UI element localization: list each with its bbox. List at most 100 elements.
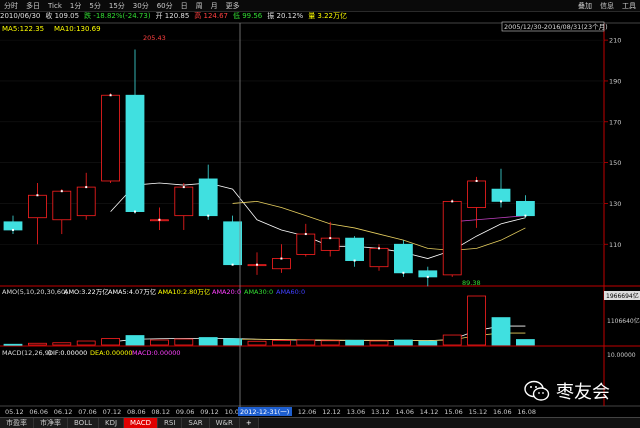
volume-bar [174,338,194,346]
candle-body [516,200,535,217]
volume-bar [369,340,389,346]
price-tick-label: 110 [609,241,621,249]
volume-bar [296,339,316,346]
candle-body [345,237,365,261]
close-marker [231,263,234,266]
x-tick-label: 05.12 [5,408,24,416]
volume-bar [76,340,96,346]
volume-bar [467,295,487,346]
candle-body [296,233,316,255]
volume-bar [320,340,340,346]
candle-body [491,188,511,202]
close-marker [12,228,14,231]
volume-bar [198,337,218,346]
volume-bar [149,339,169,346]
price-tick-label: 210 [609,37,621,45]
x-tick-label: 12.06 [298,408,317,416]
candle-body [271,258,291,270]
x-tick-label: 07.12 [103,408,122,416]
candle-body [125,94,145,212]
candle-body [442,200,462,276]
close-marker [134,210,136,213]
ama20-value: AMA20:0 [212,288,241,296]
candle-body [27,194,47,219]
volume-bar [125,335,145,346]
crosshair-date: 2012-12-31(一) [240,408,289,416]
x-tick-label: 06.06 [29,408,48,416]
volume-bar [52,342,72,346]
volume-bar [101,338,120,346]
price-tick-label: 150 [609,159,621,167]
candle-body [101,94,120,182]
close-marker [304,233,307,236]
x-tick-label: 09.06 [176,408,195,416]
volume-bar [393,339,413,346]
range-box-label: 2005/12/30-2016/08/31(23个月) [504,23,608,31]
volume-bar [516,339,535,346]
ama5-value: AMA5:4.07万亿 [108,287,157,296]
candle-body [76,186,96,217]
close-marker [182,186,185,189]
candle-body [223,221,243,266]
candle-body [52,190,72,221]
candle-body [3,221,23,231]
volume-bar [442,334,462,346]
macd-dea: DEA:0.00000 [90,349,133,357]
x-tick-label: 15.06 [444,408,463,416]
close-marker [524,214,527,217]
low-annotation: 89.38 [462,279,481,287]
ma5-legend: MA5:122.35 [2,25,44,33]
candle-body [198,178,218,217]
x-tick-label: 12.12 [322,408,341,416]
close-marker [378,247,380,250]
ama60-value: AMA60:0 [276,288,305,296]
x-tick-label: 14.06 [395,408,414,416]
volume-axis-mid: 1106640亿 [607,317,640,325]
volume-axis-top: 1966694亿 [606,292,639,300]
high-annotation: 205.43 [143,34,166,42]
x-tick-label: 13.06 [347,408,366,416]
volume-bar [271,340,291,346]
close-marker [207,214,210,217]
close-marker [475,179,478,182]
kline-chart[interactable]: MA5:122.35 MA10:130.69 2005/12/30-2016/0… [0,0,640,417]
watermark-text: 枣友会 [556,382,610,403]
close-marker [109,94,112,97]
x-tick-label: 16.08 [517,408,536,416]
volume-bar [247,340,267,346]
price-tick-label: 190 [609,77,621,85]
volume-bar [345,339,365,346]
amo-title: AMO(5,10,20,30,60) [2,288,68,296]
candle-body [393,243,413,274]
wechat-icon [524,380,550,401]
candle-body [320,237,340,251]
ma10-legend: MA10:130.69 [54,25,101,33]
volume-bar [223,338,243,346]
close-marker [256,263,258,266]
x-tick-label: 07.06 [78,408,97,416]
close-marker [329,237,332,240]
close-marker [60,190,63,193]
close-marker [426,275,429,278]
indicator-tabs: 市盈率 市净率 BOLL KDJ MACD RSI SAR W&R + [0,417,640,428]
ama10-value: AMA10:2.80万亿 [158,287,211,296]
x-tick-label: 15.12 [469,408,488,416]
volume-legend: AMO(5,10,20,30,60) AMO:3.22万亿 AMA5:4.07万… [2,287,305,296]
macd-value: MACD:0.00000 [132,349,181,357]
close-marker [353,259,356,262]
close-marker [280,257,283,260]
x-tick-label: 08.06 [127,408,146,416]
close-marker [451,200,454,203]
x-tick-label: 16.06 [493,408,512,416]
ma10-line [232,200,526,251]
x-tick-label: 08.12 [151,408,170,416]
close-marker [36,194,39,197]
price-tick-label: 130 [609,200,621,208]
volume-bar [3,343,23,346]
x-tick-label: 09.12 [200,408,219,416]
macd-title: MACD(12,26,9) [2,349,51,357]
x-tick-label: 14.12 [420,408,439,416]
candle-body [467,180,487,208]
candle-body [174,186,194,217]
macd-axis-top: 10.00000 [607,352,636,359]
